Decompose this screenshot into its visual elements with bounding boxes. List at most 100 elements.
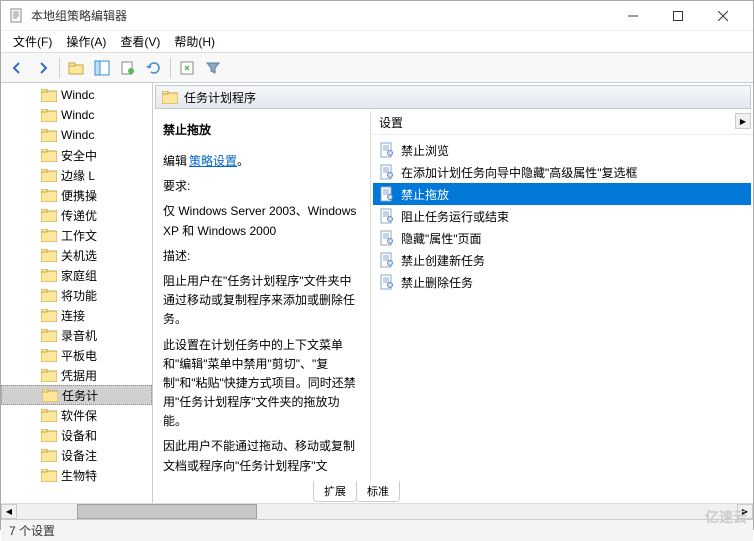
folder-icon	[162, 91, 178, 104]
horizontal-scrollbar[interactable]: ◀ ▶	[1, 503, 753, 519]
tab-strip: 扩展 标准	[153, 481, 753, 503]
window-title: 本地组策略编辑器	[31, 7, 610, 24]
setting-label: 在添加计划任务向导中隐藏"高级属性"复选框	[401, 164, 638, 181]
close-button[interactable]	[700, 2, 745, 30]
tree-item-label: Windc	[61, 108, 94, 122]
tree-item[interactable]: 边缘 L	[1, 165, 152, 185]
tree-item[interactable]: 软件保	[1, 405, 152, 425]
menu-action[interactable]: 操作(A)	[60, 31, 112, 52]
content-area: Windc Windc Windc 安全中边缘 L 便携操传递优工作文关机选家庭组将功能…	[1, 83, 753, 503]
detail-header: 任务计划程序	[155, 85, 751, 109]
setting-label: 禁止删除任务	[401, 274, 473, 291]
properties-button[interactable]	[175, 56, 199, 80]
tree-item[interactable]: 设备注	[1, 445, 152, 465]
tree-item[interactable]: 任务计	[1, 385, 152, 405]
settings-header[interactable]: 设置	[371, 111, 753, 135]
setting-item[interactable]: 禁止删除任务	[373, 271, 751, 293]
setting-label: 阻止任务运行或结束	[401, 208, 509, 225]
status-text: 7 个设置	[9, 522, 55, 539]
back-button[interactable]	[5, 56, 29, 80]
tree-item[interactable]: 安全中	[1, 145, 152, 165]
export-button[interactable]	[116, 56, 140, 80]
tree-item-label: 安全中	[61, 147, 97, 164]
settings-column: 设置 ▶ 禁止浏览在添加计划任务向导中隐藏"高级属性"复选框禁止拖放阻止任务运行…	[371, 111, 753, 481]
up-button[interactable]	[64, 56, 88, 80]
toolbar	[1, 53, 753, 83]
menu-view[interactable]: 查看(V)	[114, 31, 166, 52]
tree-item-label: 平板电	[61, 347, 97, 364]
requirements-text: 仅 Windows Server 2003、Windows XP 和 Windo…	[163, 202, 360, 240]
show-hide-tree-button[interactable]	[90, 56, 114, 80]
tree-item-label: 连接	[61, 307, 85, 324]
tree-item[interactable]: 生物特	[1, 465, 152, 485]
toolbar-separator	[59, 58, 60, 78]
app-icon	[9, 8, 25, 24]
setting-label: 禁止创建新任务	[401, 252, 485, 269]
scroll-thumb[interactable]	[77, 504, 257, 519]
scroll-right-arrow[interactable]: ▶	[735, 113, 751, 129]
menu-help[interactable]: 帮助(H)	[168, 31, 221, 52]
refresh-button[interactable]	[142, 56, 166, 80]
tree-item[interactable]: 录音机	[1, 325, 152, 345]
menubar: 文件(F) 操作(A) 查看(V) 帮助(H)	[1, 31, 753, 53]
tree-item[interactable]: 便携操	[1, 185, 152, 205]
titlebar: 本地组策略编辑器	[1, 1, 753, 31]
tab-extended[interactable]: 扩展	[313, 481, 357, 502]
menu-file[interactable]: 文件(F)	[7, 31, 58, 52]
policy-name: 禁止拖放	[163, 121, 360, 138]
detail-body: 禁止拖放 编辑策略设置。 要求: 仅 Windows Server 2003、W…	[153, 111, 753, 481]
description-p3: 因此用户不能通过拖动、移动或复制文档或程序向"任务计划程序"文	[163, 437, 360, 475]
tree-item[interactable]: 家庭组	[1, 265, 152, 285]
tree-item[interactable]: Windc	[1, 85, 152, 105]
setting-item[interactable]: 阻止任务运行或结束	[373, 205, 751, 227]
scroll-left-arrow[interactable]: ◀	[1, 504, 17, 519]
setting-label: 禁止拖放	[401, 186, 449, 203]
tree-item[interactable]: 平板电	[1, 345, 152, 365]
setting-item[interactable]: 禁止创建新任务	[373, 249, 751, 271]
setting-item[interactable]: 禁止浏览	[373, 139, 751, 161]
tree-item[interactable]: Windc	[1, 125, 152, 145]
forward-button[interactable]	[31, 56, 55, 80]
window-buttons	[610, 2, 745, 30]
filter-button[interactable]	[201, 56, 225, 80]
description-p1: 阻止用户在"任务计划程序"文件夹中通过移动或复制程序来添加或删除任务。	[163, 272, 360, 330]
edit-policy-link[interactable]: 策略设置	[189, 154, 237, 168]
tree-item-label: 家庭组	[61, 267, 97, 284]
tree-item-label: 软件保	[61, 407, 97, 424]
tree-item-label: Windc	[61, 88, 94, 102]
detail-header-title: 任务计划程序	[184, 89, 256, 106]
edit-row: 编辑策略设置。	[163, 152, 360, 171]
tree-item[interactable]: 将功能	[1, 285, 152, 305]
watermark: 亿速云	[705, 507, 747, 527]
description-p2: 此设置在计划任务中的上下文菜单和"编辑"菜单中禁用"剪切"、"复制"和"粘贴"快…	[163, 336, 360, 432]
description-label: 描述:	[163, 247, 360, 266]
tree-item-label: 设备注	[61, 447, 97, 464]
minimize-button[interactable]	[610, 2, 655, 30]
tree-pane[interactable]: Windc Windc Windc 安全中边缘 L 便携操传递优工作文关机选家庭组将功能…	[1, 83, 153, 503]
tree-item[interactable]: 关机选	[1, 245, 152, 265]
tab-standard[interactable]: 标准	[356, 481, 400, 502]
setting-item[interactable]: 隐藏"属性"页面	[373, 227, 751, 249]
tree-item-label: 凭据用	[61, 367, 97, 384]
detail-pane: 任务计划程序 禁止拖放 编辑策略设置。 要求: 仅 Windows Server…	[153, 83, 753, 503]
tree-item[interactable]: Windc	[1, 105, 152, 125]
settings-list[interactable]: 禁止浏览在添加计划任务向导中隐藏"高级属性"复选框禁止拖放阻止任务运行或结束隐藏…	[371, 135, 753, 481]
setting-item[interactable]: 在添加计划任务向导中隐藏"高级属性"复选框	[373, 161, 751, 183]
maximize-button[interactable]	[655, 2, 700, 30]
statusbar: 7 个设置	[1, 519, 753, 541]
tree-item-label: 便携操	[61, 187, 97, 204]
tree-item-label: 任务计	[62, 387, 98, 404]
tree-item-label: 工作文	[61, 227, 97, 244]
setting-item[interactable]: 禁止拖放	[373, 183, 751, 205]
tree-item[interactable]: 工作文	[1, 225, 152, 245]
tree-item[interactable]: 连接	[1, 305, 152, 325]
tree-item-label: 将功能	[61, 287, 97, 304]
setting-label: 禁止浏览	[401, 142, 449, 159]
toolbar-separator	[170, 58, 171, 78]
tree-item[interactable]: 凭据用	[1, 365, 152, 385]
description-column[interactable]: 禁止拖放 编辑策略设置。 要求: 仅 Windows Server 2003、W…	[153, 111, 371, 481]
tree-item[interactable]: 设备和	[1, 425, 152, 445]
tree-item-label: 传递优	[61, 207, 97, 224]
tree-item[interactable]: 传递优	[1, 205, 152, 225]
tree-item-label: 设备和	[61, 427, 97, 444]
